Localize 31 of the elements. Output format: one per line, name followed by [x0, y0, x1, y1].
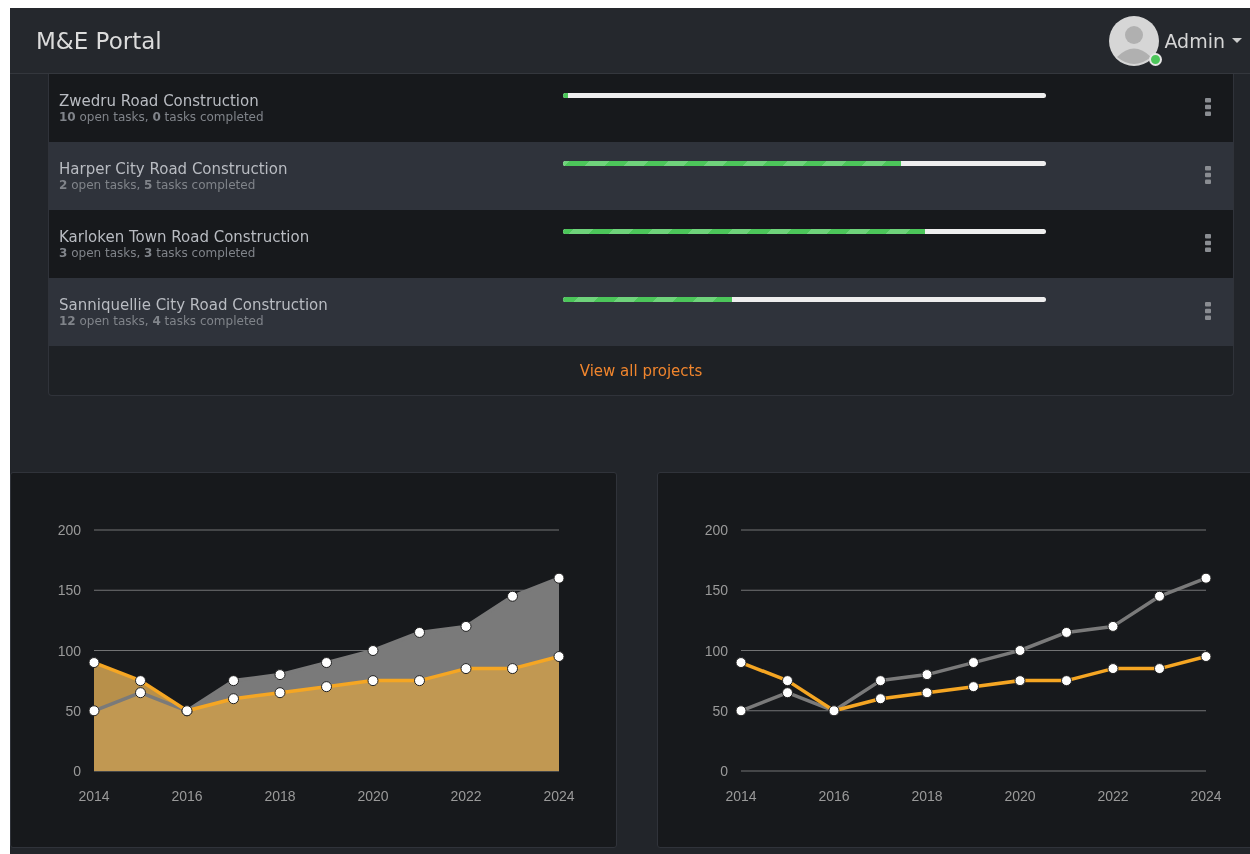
x-axis-label: 2024 [1190, 788, 1222, 804]
x-axis-label: 2024 [543, 788, 575, 804]
x-axis-label: 2022 [450, 788, 482, 804]
project-name: Karloken Town Road Construction [59, 228, 311, 246]
y-axis-label: 50 [712, 702, 728, 719]
y-axis-label: 50 [65, 702, 81, 719]
x-axis-label: 2018 [911, 788, 943, 804]
x-axis-label: 2018 [264, 788, 296, 804]
x-axis-label: 2016 [171, 788, 203, 804]
y-axis-label: 0 [720, 763, 728, 779]
y-axis-label: 150 [704, 582, 728, 599]
task-summary: 3 open tasks, 3 tasks completed [59, 246, 257, 260]
x-axis-label: 2020 [357, 788, 389, 804]
y-axis-label: 0 [73, 763, 81, 779]
x-axis-label: 2020 [1004, 788, 1036, 804]
task-summary: 12 open tasks, 4 tasks completed [59, 314, 265, 328]
y-axis-label: 200 [57, 522, 81, 538]
project-name: Sanniquellie City Road Construction [59, 296, 329, 314]
y-axis-label: 100 [57, 642, 81, 659]
project-name: Harper City Road Construction [59, 160, 289, 178]
y-axis-label: 100 [704, 642, 728, 659]
x-axis-label: 2022 [1097, 788, 1129, 804]
task-summary: 10 open tasks, 0 tasks completed [59, 110, 265, 124]
app-title: M&E Portal [36, 27, 162, 54]
x-axis-label: 2016 [818, 788, 850, 804]
x-axis-label: 2014 [725, 788, 757, 804]
y-axis-label: 150 [57, 582, 81, 599]
project-name: Zwedru Road Construction [59, 92, 260, 110]
task-summary: 2 open tasks, 5 tasks completed [59, 178, 257, 192]
y-axis-label: 200 [704, 522, 728, 538]
x-axis-label: 2014 [78, 788, 110, 804]
